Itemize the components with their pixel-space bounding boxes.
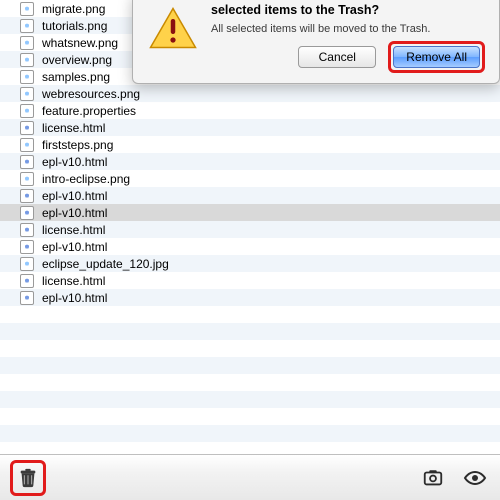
file-type-icon — [20, 2, 34, 16]
file-type-icon — [20, 206, 34, 220]
file-name-label: license.html — [42, 223, 105, 237]
file-name-label: epl-v10.html — [42, 155, 107, 169]
file-row[interactable]: license.html — [0, 119, 500, 136]
file-row[interactable]: epl-v10.html — [0, 238, 500, 255]
file-type-icon — [20, 172, 34, 186]
file-type-icon — [20, 36, 34, 50]
file-row[interactable]: license.html — [0, 221, 500, 238]
dialog-title: selected items to the Trash? — [211, 3, 483, 19]
camera-target-icon — [422, 467, 444, 489]
file-type-icon — [20, 274, 34, 288]
file-type-icon — [20, 291, 34, 305]
remove-all-highlight: Remove All — [388, 41, 485, 73]
file-type-icon — [20, 104, 34, 118]
file-type-icon — [20, 87, 34, 101]
preview-button[interactable] — [460, 465, 490, 491]
file-row[interactable]: eclipse_update_120.jpg — [0, 255, 500, 272]
file-type-icon — [20, 240, 34, 254]
file-type-icon — [20, 257, 34, 271]
file-type-icon — [20, 121, 34, 135]
dialog-subtitle: All selected items will be moved to the … — [211, 23, 483, 35]
file-row[interactable]: feature.properties — [0, 102, 500, 119]
file-row[interactable]: epl-v10.html — [0, 204, 500, 221]
file-name-label: tutorials.png — [42, 19, 107, 33]
alert-icon — [149, 7, 197, 55]
file-name-label: epl-v10.html — [42, 206, 107, 220]
file-name-label: intro-eclipse.png — [42, 172, 130, 186]
file-type-icon — [20, 189, 34, 203]
file-row[interactable]: webresources.png — [0, 85, 500, 102]
remove-all-button[interactable]: Remove All — [393, 46, 480, 68]
file-name-label: license.html — [42, 121, 105, 135]
file-row[interactable]: firststeps.png — [0, 136, 500, 153]
file-type-icon — [20, 19, 34, 33]
trash-button[interactable] — [15, 465, 41, 491]
bottom-toolbar — [0, 454, 500, 500]
reveal-button[interactable] — [418, 465, 448, 491]
file-name-label: migrate.png — [42, 2, 105, 16]
file-name-label: firststeps.png — [42, 138, 113, 152]
file-row[interactable]: intro-eclipse.png — [0, 170, 500, 187]
cancel-button-label: Cancel — [319, 50, 356, 64]
file-row[interactable]: epl-v10.html — [0, 187, 500, 204]
list-background-stripes — [0, 306, 500, 454]
file-name-label: eclipse_update_120.jpg — [42, 257, 169, 271]
file-name-label: epl-v10.html — [42, 291, 107, 305]
file-name-label: epl-v10.html — [42, 189, 107, 203]
file-name-label: samples.png — [42, 70, 110, 84]
file-name-label: whatsnew.png — [42, 36, 118, 50]
file-type-icon — [20, 53, 34, 67]
trash-icon — [17, 467, 39, 489]
file-name-label: feature.properties — [42, 104, 136, 118]
file-row[interactable]: epl-v10.html — [0, 153, 500, 170]
file-row[interactable]: epl-v10.html — [0, 289, 500, 306]
file-type-icon — [20, 155, 34, 169]
trash-button-highlight — [10, 460, 46, 496]
confirm-trash-dialog: selected items to the Trash? All selecte… — [132, 0, 500, 84]
file-type-icon — [20, 70, 34, 84]
file-name-label: overview.png — [42, 53, 112, 67]
file-name-label: license.html — [42, 274, 105, 288]
file-type-icon — [20, 138, 34, 152]
file-name-label: webresources.png — [42, 87, 140, 101]
eye-icon — [463, 466, 487, 490]
file-row[interactable]: license.html — [0, 272, 500, 289]
file-type-icon — [20, 223, 34, 237]
remove-all-button-label: Remove All — [406, 50, 467, 64]
cancel-button[interactable]: Cancel — [298, 46, 376, 68]
file-name-label: epl-v10.html — [42, 240, 107, 254]
